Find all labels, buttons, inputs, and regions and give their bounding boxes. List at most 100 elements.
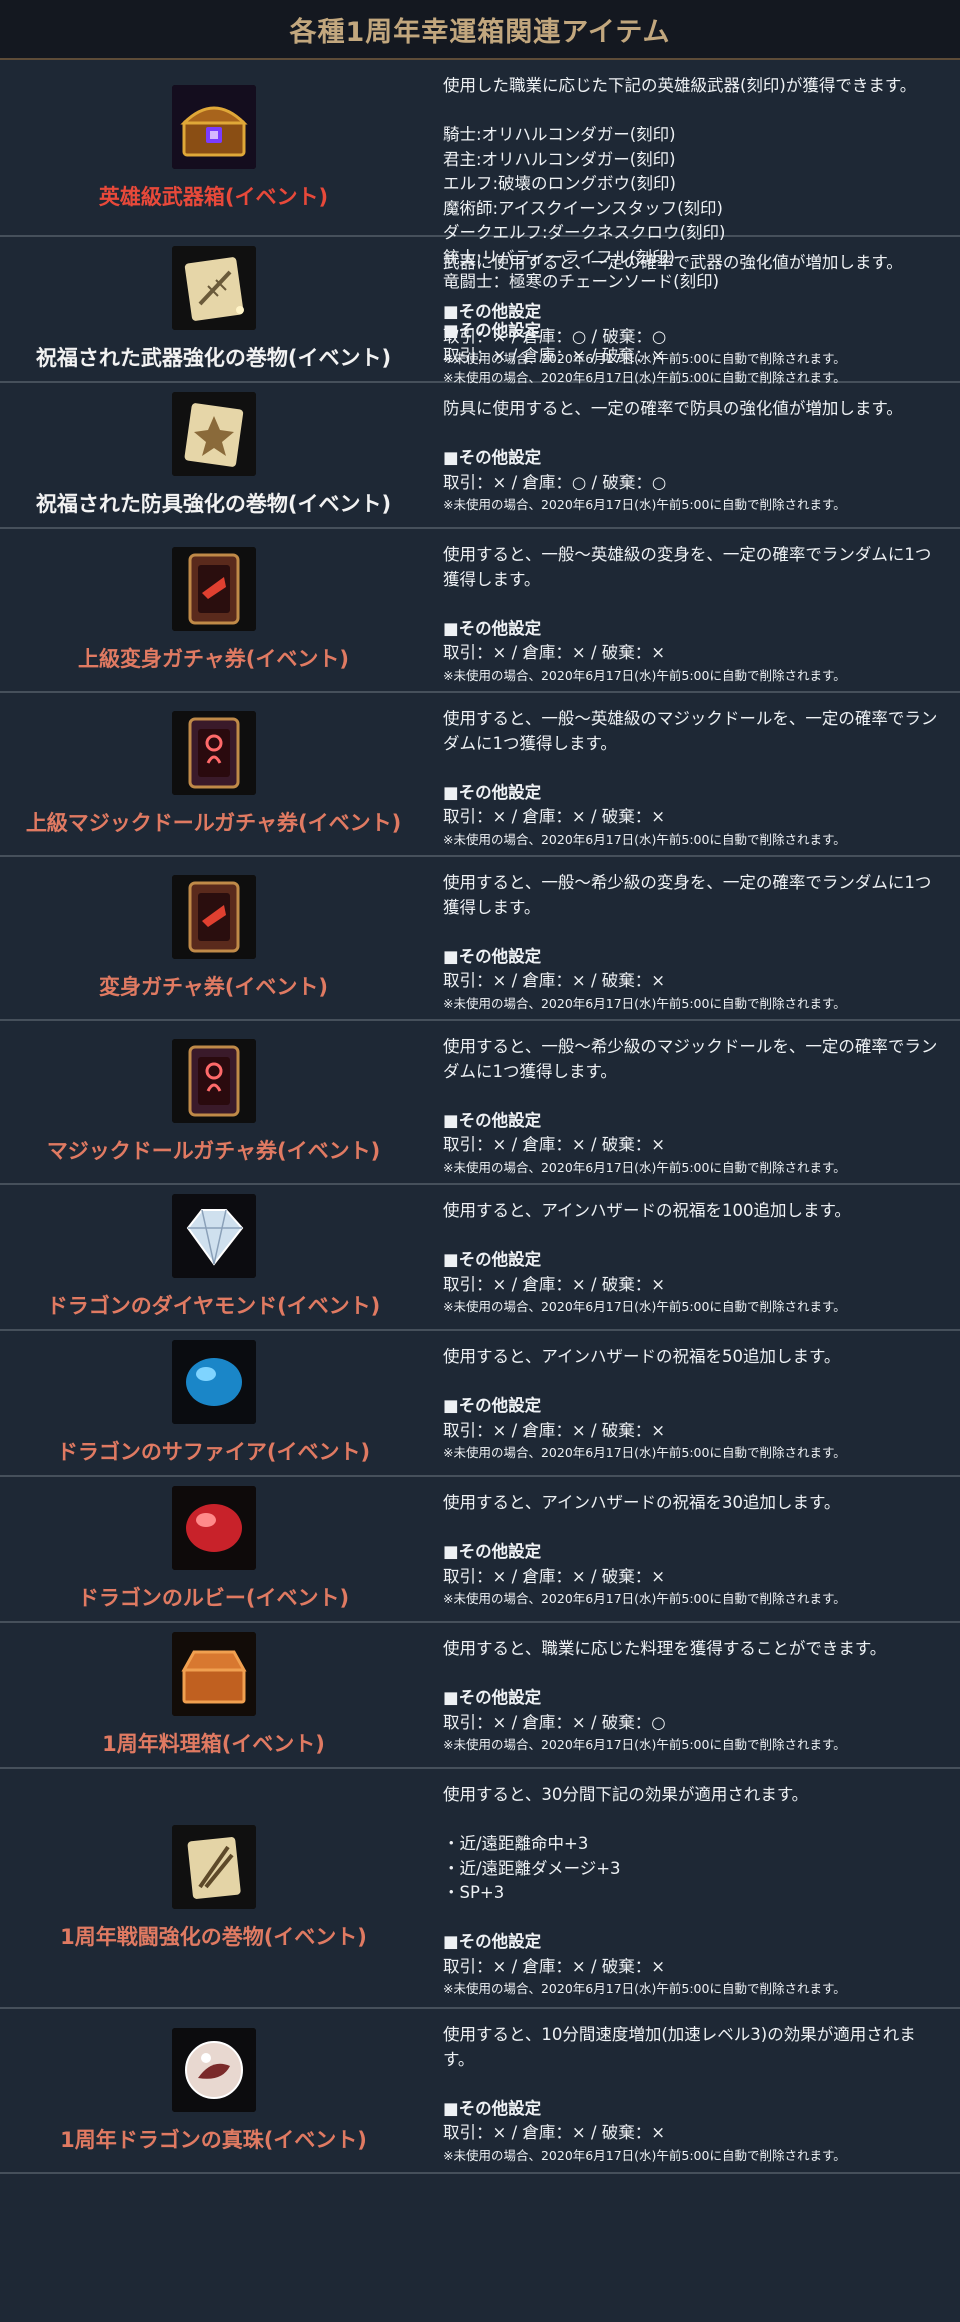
item-details: 使用すると、アインハザードの祝福を30追加します。 ■その他設定 取引：× / 倉庫… bbox=[427, 1477, 960, 1621]
other-settings-heading: ■その他設定 bbox=[443, 1542, 542, 1561]
trade-settings: 取引：× / 倉庫：× / 破棄：× bbox=[443, 1135, 666, 1154]
item-row: ドラゴンのサファイア(イベント) 使用すると、アインハザードの祝福を50追加します… bbox=[0, 1331, 960, 1477]
item-name: 英雄級武器箱(イベント) bbox=[98, 184, 329, 209]
item-details: 使用すると、一般～希少級の変身を、一定の確率でランダムに1つ 獲得します。 ■その他… bbox=[427, 857, 960, 1019]
item-row: 1周年戦闘強化の巻物(イベント) 使用すると、30分間下記の効果が適用されます。・… bbox=[0, 1769, 960, 2009]
item-row: マジックドールガチャ券(イベント) 使用すると、一般～希少級のマジックドールを、一… bbox=[0, 1021, 960, 1185]
other-settings-heading: ■その他設定 bbox=[443, 1396, 542, 1415]
item-description: 使用すると、職業に応じた料理を獲得することができます。 bbox=[443, 1639, 887, 1658]
item-name: 上級変身ガチャ券(イベント) bbox=[78, 647, 349, 671]
item-row: 1周年料理箱(イベント) 使用すると、職業に応じた料理を獲得することができます。 ■… bbox=[0, 1623, 960, 1769]
item-name: 祝福された武器強化の巻物(イベント) bbox=[35, 346, 392, 370]
other-settings-heading: ■その他設定 bbox=[443, 2098, 542, 2118]
item-row: 変身ガチャ券(イベント) 使用すると、一般～希少級の変身を、一定の確率でランダムに… bbox=[0, 857, 960, 1021]
item-details: 使用すると、一般～希少級のマジックドールを、一定の確率でラン ダムに1つ獲得します… bbox=[427, 1021, 960, 1183]
item-name: マジックドールガチャ券(イベント) bbox=[46, 1139, 381, 1163]
item-list-entry: ・SP+3 bbox=[443, 1883, 505, 1902]
deletion-note: ※未使用の場合、2020年6月17日(水)午前5:00に自動で削除されます。 bbox=[443, 2147, 846, 2163]
item-details: 防具に使用すると、一定の確率で防具の強化値が増加します。 ■その他設定取引：× /… bbox=[427, 383, 960, 527]
item-name: ドラゴンのダイヤモンド(イベント) bbox=[46, 1294, 381, 1318]
item-description: 武器に使用すると、一定の確率で武器の強化値が増加します。 bbox=[443, 253, 903, 272]
item-name: 上級マジックドールガチャ券(イベント) bbox=[25, 811, 402, 835]
magic-doll-ticket-icon bbox=[171, 711, 256, 795]
item-details: 使用すると、職業に応じた料理を獲得することができます。 ■その他設定 取引：× / … bbox=[427, 1623, 960, 1767]
deletion-note: ※未使用の場合、2020年6月17日(水)午前5:00に自動で削除されます。 bbox=[443, 1981, 846, 1996]
other-settings-heading: ■その他設定 bbox=[443, 1250, 542, 1269]
item-description: 使用した職業に応じた下記の英雄級武器(刻印)が獲得できます。 bbox=[443, 76, 917, 95]
trade-settings: 取引：× / 倉庫：× / 破棄：× bbox=[443, 1420, 666, 1440]
other-settings-heading: ■その他設定 bbox=[443, 1110, 542, 1130]
item-description: 使用すると、一般～希少級のマジックドールを、一定の確率でラン bbox=[443, 1037, 938, 1056]
item-description: 使用すると、一般～希少級の変身を、一定の確率でランダムに1つ bbox=[443, 873, 932, 892]
item-row: 祝福された武器強化の巻物(イベント) 武器に使用すると、一定の確率で武器の強化値が… bbox=[0, 237, 960, 383]
item-row: ドラゴンのダイヤモンド(イベント) 使用すると、アインハザードの祝福を100追加し… bbox=[0, 1185, 960, 1331]
item-description: 獲得します。 bbox=[443, 897, 541, 917]
cooking-box-icon bbox=[171, 1632, 256, 1716]
diamond-icon bbox=[171, 1194, 256, 1278]
deletion-note: ※未使用の場合、2020年6月17日(水)午前5:00に自動で削除されます。 bbox=[443, 1159, 846, 1175]
item-summary: 祝福された武器強化の巻物(イベント) bbox=[0, 237, 427, 381]
page-header: 各種1周年幸運箱関連アイテム bbox=[0, 0, 960, 60]
item-description: す。 bbox=[443, 2049, 475, 2069]
item-summary: 1周年料理箱(イベント) bbox=[0, 1623, 427, 1767]
item-list-entry: 君主:オリハルコンダガー(刻印) bbox=[443, 149, 676, 169]
item-name: 1周年戦闘強化の巻物(イベント) bbox=[60, 1925, 367, 1949]
item-list-entry: エルフ:破壊のロングボウ(刻印) bbox=[443, 174, 676, 193]
weapon-scroll-icon bbox=[171, 246, 256, 330]
item-summary: 祝福された防具強化の巻物(イベント) bbox=[0, 383, 427, 527]
trade-settings: 取引：× / 倉庫：× / 破棄：× bbox=[443, 1566, 666, 1586]
deletion-note: ※未使用の場合、2020年6月17日(水)午前5:00に自動で削除されます。 bbox=[443, 1445, 846, 1460]
item-list-entry: ・近/遠距離ダメージ+3 bbox=[443, 1858, 621, 1878]
deletion-note: ※未使用の場合、2020年6月17日(水)午前5:00に自動で削除されます。 bbox=[443, 497, 846, 512]
dragon-pearl-icon bbox=[171, 2027, 256, 2112]
item-details: 使用すると、一般～英雄級のマジックドールを、一定の確率でラン ダムに1つ獲得します… bbox=[427, 693, 960, 855]
deletion-note: ※未使用の場合、2020年6月17日(水)午前5:00に自動で削除されます。 bbox=[443, 1591, 846, 1606]
item-summary: 上級マジックドールガチャ券(イベント) bbox=[0, 693, 427, 855]
polymorph-ticket-icon bbox=[171, 875, 256, 959]
magic-doll-ticket-icon bbox=[171, 1039, 256, 1123]
item-list-entry: 魔術師:アイスクイーンスタッフ(刻印) bbox=[443, 198, 723, 218]
item-summary: マジックドールガチャ券(イベント) bbox=[0, 1021, 427, 1183]
item-list: 英雄級武器箱(イベント) 使用した職業に応じた下記の英雄級武器(刻印)が獲得できま… bbox=[0, 60, 960, 2174]
item-row: 英雄級武器箱(イベント) 使用した職業に応じた下記の英雄級武器(刻印)が獲得できま… bbox=[0, 60, 960, 385]
deletion-note: ※未使用の場合、2020年6月17日(水)午前5:00に自動で削除されます。 bbox=[443, 995, 846, 1011]
item-name: 祝福された防具強化の巻物(イベント) bbox=[35, 492, 392, 516]
item-description: 獲得します。 bbox=[443, 569, 541, 589]
item-description: 使用すると、一般～英雄級の変身を、一定の確率でランダムに1つ bbox=[443, 545, 932, 564]
trade-settings: 取引：× / 倉庫：× / 破棄：× bbox=[443, 1956, 666, 1976]
trade-settings: 取引：× / 倉庫：× / 破棄：× bbox=[443, 643, 666, 662]
other-settings-heading: ■その他設定 bbox=[443, 618, 542, 638]
item-details: 使用すると、アインハザードの祝福を50追加します。 ■その他設定 取引：× / 倉庫… bbox=[427, 1331, 960, 1475]
item-list-entry: 騎士:オリハルコンダガー(刻印) bbox=[443, 125, 676, 144]
item-details: 使用すると、アインハザードの祝福を100追加します。 ■その他設定取引：× / 倉… bbox=[427, 1185, 960, 1329]
item-name: ドラゴンのルビー(イベント) bbox=[77, 1586, 350, 1610]
item-row: 1周年ドラゴンの真珠(イベント) 使用すると、10分間速度増加(加速レベル3)の効… bbox=[0, 2009, 960, 2174]
trade-settings: 取引：× / 倉庫：× / 破棄：× bbox=[443, 1274, 666, 1294]
other-settings-heading: ■その他設定 bbox=[443, 302, 542, 321]
item-description: ダムに1つ獲得します。 bbox=[443, 1061, 617, 1081]
item-name: 1周年料理箱(イベント) bbox=[102, 1732, 325, 1756]
deletion-note: ※未使用の場合、2020年6月17日(水)午前5:00に自動で削除されます。 bbox=[443, 831, 846, 847]
item-summary: 英雄級武器箱(イベント) bbox=[0, 60, 427, 235]
polymorph-ticket-icon bbox=[171, 547, 256, 631]
item-list-entry: ・近/遠距離命中+3 bbox=[443, 1834, 589, 1853]
trade-settings: 取引：× / 倉庫：× / 破棄：× bbox=[443, 2123, 666, 2142]
deletion-note: ※未使用の場合、2020年6月17日(水)午前5:00に自動で削除されます。 bbox=[443, 351, 846, 366]
item-description: 使用すると、アインハザードの祝福を100追加します。 bbox=[443, 1201, 851, 1220]
ruby-icon bbox=[171, 1486, 256, 1570]
item-summary: ドラゴンのルビー(イベント) bbox=[0, 1477, 427, 1621]
item-description: 使用すると、10分間速度増加(加速レベル3)の効果が適用されま bbox=[443, 2025, 916, 2044]
battle-scroll-icon bbox=[171, 1825, 256, 1909]
trade-settings: 取引：× / 倉庫：× / 破棄：× bbox=[443, 807, 666, 826]
other-settings-heading: ■その他設定 bbox=[443, 448, 542, 467]
other-settings-heading: ■その他設定 bbox=[443, 1932, 542, 1951]
armor-scroll-icon bbox=[171, 392, 256, 476]
item-description: 防具に使用すると、一定の確率で防具の強化値が増加します。 bbox=[443, 399, 903, 418]
item-details: 使用すると、10分間速度増加(加速レベル3)の効果が適用されま す。 ■その他設定取… bbox=[427, 2009, 960, 2172]
trade-settings: 取引：× / 倉庫：○ / 破棄：○ bbox=[443, 472, 667, 492]
other-settings-heading: ■その他設定 bbox=[443, 1688, 542, 1707]
item-details: 使用した職業に応じた下記の英雄級武器(刻印)が獲得できます。 騎士:オリハルコンダ… bbox=[427, 60, 960, 385]
trade-settings: 取引：× / 倉庫：× / 破棄：× bbox=[443, 971, 666, 990]
item-summary: 変身ガチャ券(イベント) bbox=[0, 857, 427, 1019]
deletion-note: ※未使用の場合、2020年6月17日(水)午前5:00に自動で削除されます。 bbox=[443, 667, 846, 683]
